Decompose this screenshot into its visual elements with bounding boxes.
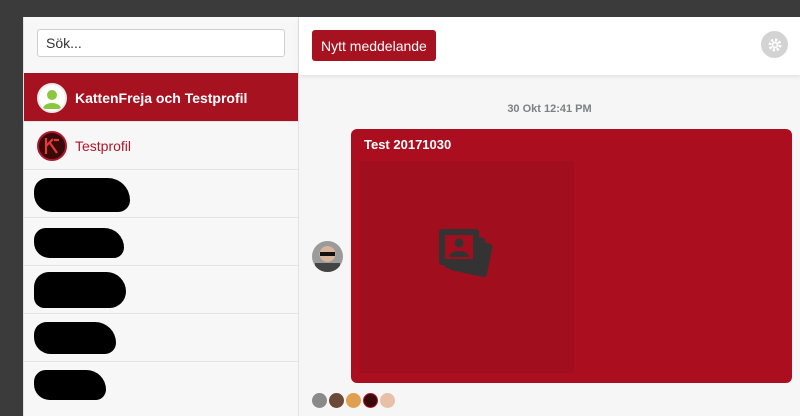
image-gallery-icon [439,229,493,278]
conversation-item-testprofil[interactable]: Testprofil [24,121,298,169]
conversation-item-redacted[interactable] [24,265,298,313]
redacted-mark [34,322,116,354]
seen-by-row [312,393,395,408]
avatar-photo [312,241,343,272]
conversation-label: KattenFreja och Testprofil [75,89,248,106]
sender-avatar[interactable] [312,241,343,272]
redacted-mark [34,370,106,400]
redacted-mark [34,228,124,258]
seen-avatar [346,393,361,408]
message-text: Test 20171030 [364,137,452,152]
redacted-mark [34,272,126,308]
logo-icon [44,137,59,154]
search-input[interactable] [37,29,285,57]
new-message-button[interactable]: Nytt meddelande [312,30,436,61]
conversation-item-redacted[interactable] [24,217,298,265]
seen-avatar [329,393,344,408]
message-timestamp: 30 Okt 12:41 PM [507,103,592,115]
redacted-mark [34,178,130,212]
gear-icon [768,38,781,51]
conversation-item-redacted[interactable] [24,361,298,409]
image-attachment[interactable] [359,161,574,373]
conversation-item-kattenfreja-testprofil[interactable]: KattenFreja och Testprofil [24,73,298,121]
conversation-list: KattenFreja och Testprofil Testprofil [24,73,298,409]
user-icon [43,89,61,109]
conversation-item-redacted[interactable] [24,169,298,217]
conversation-sidebar: KattenFreja och Testprofil Testprofil [24,17,299,416]
messenger-window: KattenFreja och Testprofil Testprofil [23,17,800,416]
testprofil-avatar [37,130,67,161]
group-avatar [37,82,67,113]
search-bar [24,17,298,73]
conversation-item-redacted[interactable] [24,313,298,361]
seen-avatar [312,393,327,408]
settings-button[interactable] [761,31,788,58]
seen-avatar [380,393,395,408]
message-pane: Nytt meddelande 30 Okt 12:41 PM Test 201… [299,17,800,416]
conversation-label: Testprofil [75,137,132,154]
message-toolbar: Nytt meddelande [299,17,800,75]
seen-avatar [363,393,378,408]
message-bubble: Test 20171030 [351,129,792,383]
